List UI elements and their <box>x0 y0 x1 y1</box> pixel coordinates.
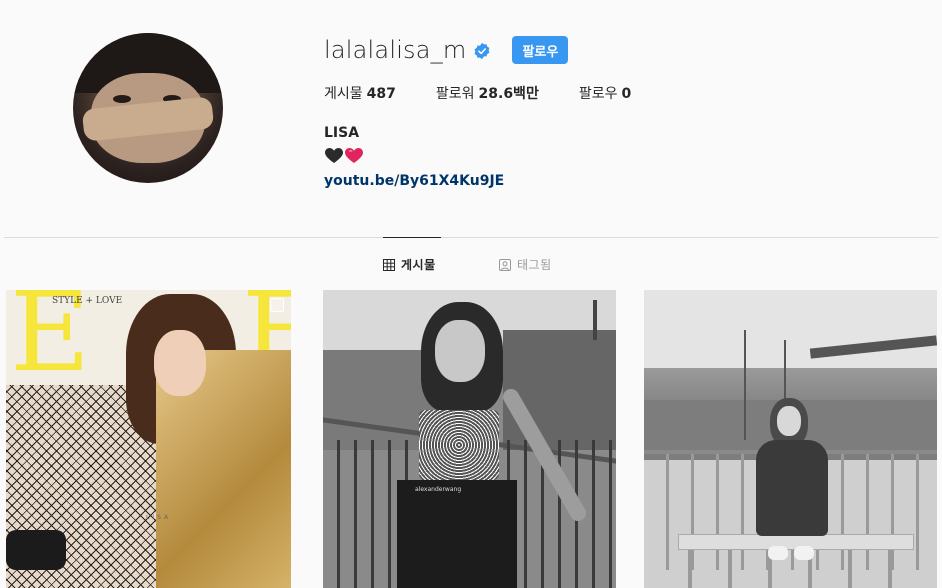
cover-name: LISA <box>146 514 172 521</box>
stat-posts-label: 게시물 <box>324 86 363 102</box>
tab-posts-label: 게시물 <box>401 258 436 272</box>
post-thumbnail[interactable]: alexanderwang <box>323 290 616 588</box>
photo-sequin-top <box>419 410 499 480</box>
profile-avatar[interactable] <box>73 33 223 183</box>
active-tab-indicator <box>383 237 441 238</box>
photo-face <box>435 320 485 382</box>
photo-building <box>503 330 616 450</box>
grid-icon <box>383 258 395 271</box>
post-thumbnail[interactable]: E E STYLE + LOVE LISA <box>6 290 291 588</box>
photo-belt-text: alexanderwang <box>415 486 462 493</box>
photo-shoe <box>768 546 788 560</box>
tagged-icon <box>499 258 511 271</box>
tab-posts[interactable]: 게시물 <box>383 256 436 273</box>
username-row: lalalalisa_m 팔로우 <box>324 34 569 66</box>
stat-followers-label: 팔로워 <box>435 86 475 102</box>
stat-followers-value: 28.6백만 <box>478 86 539 102</box>
stat-posts: 게시물 487 <box>324 83 396 103</box>
red-heart-icon <box>345 148 363 163</box>
cover-subtitle: STYLE + LOVE <box>52 296 123 306</box>
tab-tagged[interactable]: 태그됨 <box>499 256 552 273</box>
photo-tower <box>593 300 597 340</box>
cover-face <box>154 330 206 396</box>
profile-tabs: 게시물 태그됨 <box>0 256 942 274</box>
photo-body <box>756 440 828 536</box>
photo-antenna <box>744 330 746 440</box>
stat-following-value: 0 <box>621 86 632 102</box>
verified-badge-icon <box>475 42 490 60</box>
profile-full-name: LISA <box>324 125 360 141</box>
stat-following-label: 팔로우 <box>578 86 618 102</box>
photo-sky <box>644 290 937 370</box>
tabs-divider <box>4 237 938 238</box>
profile-header: lalalalisa_m 팔로우 게시물 487 팔로워 28.6백만 팔로우 0 L… <box>0 0 942 238</box>
photo-skirt <box>397 480 517 588</box>
cover-boot <box>6 530 66 570</box>
tab-tagged-label: 태그됨 <box>517 258 552 272</box>
stat-followers[interactable]: 팔로워 28.6백만 <box>436 83 539 103</box>
photo-shoe <box>794 546 814 560</box>
stat-posts-value: 487 <box>366 86 396 102</box>
black-heart-icon <box>325 148 343 163</box>
post-thumbnail[interactable] <box>644 290 937 588</box>
stat-following[interactable]: 팔로우 0 <box>579 83 631 103</box>
username: lalalalisa_m <box>324 36 467 64</box>
bio-link[interactable]: youtu.be/By61X4Ku9JE <box>324 173 504 189</box>
bio-emoji: 🖤❤️ <box>325 148 363 164</box>
profile-stats: 게시물 487 팔로워 28.6백만 팔로우 0 <box>324 83 671 103</box>
photo-face <box>777 406 801 436</box>
follow-button[interactable]: 팔로우 <box>512 36 569 64</box>
avatar-eye <box>113 95 131 103</box>
multiple-photos-icon <box>270 298 284 312</box>
